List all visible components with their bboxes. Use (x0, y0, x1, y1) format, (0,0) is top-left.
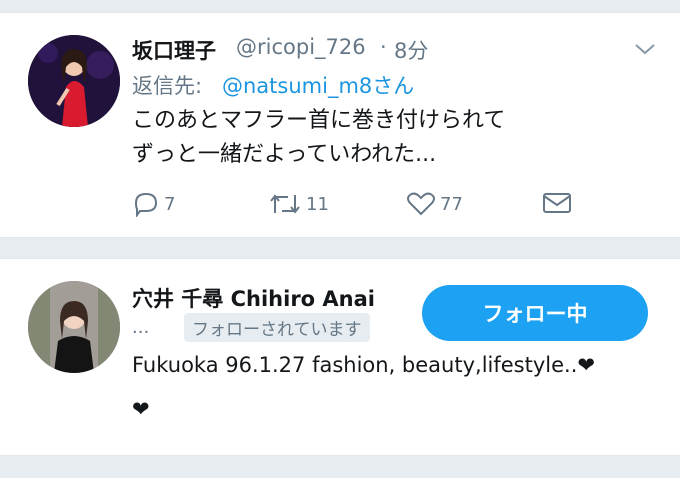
avatar-photo (28, 281, 120, 373)
dm-button[interactable] (542, 191, 572, 215)
retweet-count: 11 (306, 193, 329, 215)
tweet-separator: · (380, 35, 387, 59)
follows-you-badge: フォローされています (184, 313, 370, 342)
reply-icon (134, 192, 158, 217)
avatar[interactable] (28, 35, 120, 127)
tweet-text-line1: このあとマフラー首に巻き付けられて (132, 108, 506, 133)
profile-display-name[interactable]: 穴井 千尋 Chihiro Anai (132, 283, 375, 313)
profile-bio-line1: Fukuoka 96.1.27 fashion, beauty,lifestyl… (132, 353, 595, 377)
tweet-timestamp[interactable]: 8分 (394, 35, 428, 65)
chevron-down-icon[interactable] (634, 41, 656, 60)
like-icon (407, 192, 435, 216)
reply-to-link[interactable]: @natsumi_m8さん (222, 70, 414, 100)
retweet-button[interactable]: 11 (268, 191, 329, 217)
profile-handle[interactable]: ... (132, 317, 149, 338)
avatar-photo (28, 35, 120, 127)
tweet-card[interactable]: 坂口理子 @ricopi_726 · 8分 返信先: @natsumi_m8さん… (0, 12, 680, 238)
tweet-author-handle[interactable]: @ricopi_726 (236, 35, 366, 59)
retweet-icon (270, 194, 300, 214)
profile-bio-line2: ❤ (132, 397, 150, 421)
reply-button[interactable]: 7 (132, 191, 175, 217)
reply-prefix: 返信先: (132, 74, 203, 98)
user-card[interactable]: 穴井 千尋 Chihiro Anai ... フォローされています フォロー中 … (0, 258, 680, 456)
reply-count: 7 (164, 193, 176, 215)
avatar[interactable] (28, 281, 120, 373)
tweet-text-line2: ずっと一緒だよっていわれた... (132, 142, 437, 167)
following-button[interactable]: フォロー中 (422, 285, 648, 341)
like-button[interactable]: 77 (406, 191, 463, 217)
dm-icon (543, 193, 571, 213)
tweet-author-name[interactable]: 坂口理子 (132, 35, 216, 65)
like-count: 77 (440, 193, 463, 215)
